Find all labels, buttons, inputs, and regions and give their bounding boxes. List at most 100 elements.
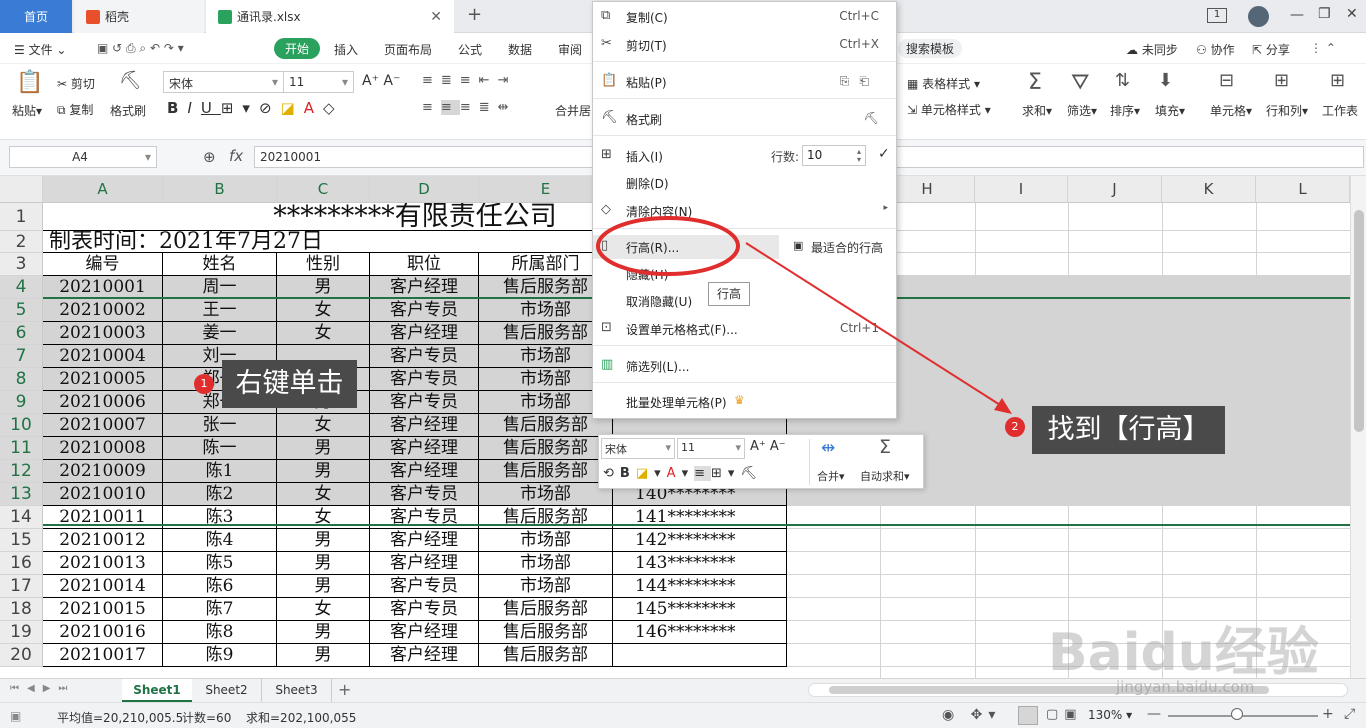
menu-delete[interactable]: 删除(D)	[593, 171, 896, 195]
cell-c3[interactable]: 性别	[277, 253, 370, 276]
template-search[interactable]: 搜索模板	[898, 39, 963, 58]
row-header-17[interactable]: 17	[0, 575, 43, 598]
cell-a8[interactable]: 20210005	[43, 368, 163, 391]
cell-b12[interactable]: 陈1	[163, 460, 277, 483]
cell-c12[interactable]: 男	[277, 460, 370, 483]
cell-c13[interactable]: 女	[277, 483, 370, 506]
cell-e17[interactable]: 市场部	[479, 575, 613, 598]
row-header-2[interactable]: 2	[0, 231, 43, 253]
mini-font-select[interactable]: 宋体 ▾	[601, 438, 675, 459]
cell-f20[interactable]	[613, 644, 787, 667]
cell-a2[interactable]: 制表时间：2021年7月27日	[43, 231, 493, 253]
cell-c19[interactable]: 男	[277, 621, 370, 644]
zoom-slider[interactable]	[1168, 715, 1318, 717]
cut-button[interactable]: ✂ 剪切	[57, 75, 95, 92]
column-header-i[interactable]: I	[975, 176, 1068, 203]
tab-data[interactable]: 数据	[508, 41, 532, 58]
cell-c15[interactable]: 男	[277, 529, 370, 552]
cell-a12[interactable]: 20210009	[43, 460, 163, 483]
align-top-buttons[interactable]: ≡≣≡⇤⇥	[422, 73, 516, 88]
menu-best-fit-row-height[interactable]: ▣ 最适合的行高	[787, 235, 895, 259]
menu-batch[interactable]: 批量处理单元格(P) ♛	[593, 390, 896, 414]
cell-d6[interactable]: 客户经理	[370, 322, 479, 345]
window-count-icon[interactable]: 1	[1207, 8, 1227, 23]
cell-a17[interactable]: 20210014	[43, 575, 163, 598]
name-box[interactable]: A4 ▾	[9, 146, 157, 168]
cell-d15[interactable]: 客户经理	[370, 529, 479, 552]
cell-a13[interactable]: 20210010	[43, 483, 163, 506]
sheet-tab-2[interactable]: Sheet2	[192, 679, 262, 702]
filter-button[interactable]: 筛选▾	[1067, 102, 1097, 119]
cell-a15[interactable]: 20210012	[43, 529, 163, 552]
row-header-4[interactable]: 4	[0, 276, 43, 299]
tab-daoke[interactable]: 稻壳	[74, 0, 204, 33]
row-header-19[interactable]: 19	[0, 621, 43, 644]
cell-f16[interactable]: 143********	[613, 552, 787, 575]
normal-view-icon[interactable]	[1018, 706, 1038, 725]
row-header-16[interactable]: 16	[0, 552, 43, 575]
format-painter-button[interactable]: 格式刷	[110, 102, 146, 119]
share-button[interactable]: ⇱ 分享	[1252, 41, 1290, 58]
row-header-20[interactable]: 20	[0, 644, 43, 667]
cell-b5[interactable]: 王一	[163, 299, 277, 322]
cell-b16[interactable]: 陈5	[163, 552, 277, 575]
cell-c6[interactable]: 女	[277, 322, 370, 345]
sheet-nav-icons[interactable]: ⏮◀▶⏭	[10, 683, 75, 694]
mini-merge-button[interactable]: 合并▾	[817, 468, 845, 484]
cell-d8[interactable]: 客户专员	[370, 368, 479, 391]
cell-a5[interactable]: 20210002	[43, 299, 163, 322]
table-style-button[interactable]: ▦ 表格样式 ▾	[907, 75, 980, 92]
avatar[interactable]	[1248, 6, 1269, 27]
sheet-button[interactable]: 工作表	[1322, 102, 1358, 119]
menu-cut[interactable]: ✂ 剪切(T) Ctrl+X	[593, 33, 896, 57]
row-header-13[interactable]: 13	[0, 483, 43, 506]
menu-format-painter[interactable]: ⛏ 格式刷 ⛏	[593, 107, 896, 131]
cell-a20[interactable]: 20210017	[43, 644, 163, 667]
cell-c17[interactable]: 男	[277, 575, 370, 598]
cell-e13[interactable]: 市场部	[479, 483, 613, 506]
row-header-14[interactable]: 14	[0, 506, 43, 529]
cell-d9[interactable]: 客户专员	[370, 391, 479, 414]
font-style-buttons[interactable]: BIU⊞▾⊘◪A◇	[167, 99, 344, 117]
cell-c16[interactable]: 男	[277, 552, 370, 575]
mini-autosum-button[interactable]: 自动求和▾	[860, 468, 910, 484]
sort-icon[interactable]: ⇅	[1115, 70, 1130, 91]
row-header-9[interactable]: 9	[0, 391, 43, 414]
tab-layout[interactable]: 页面布局	[384, 41, 432, 58]
cell-a7[interactable]: 20210004	[43, 345, 163, 368]
column-header-c[interactable]: C	[277, 176, 370, 203]
cell-f15[interactable]: 142********	[613, 529, 787, 552]
column-header-j[interactable]: J	[1068, 176, 1162, 203]
column-header-b[interactable]: B	[163, 176, 277, 203]
row-header-18[interactable]: 18	[0, 598, 43, 621]
collab-button[interactable]: ⚇ 协作	[1196, 41, 1235, 58]
tab-formula[interactable]: 公式	[458, 41, 482, 58]
cell-c20[interactable]: 男	[277, 644, 370, 667]
cell-e19[interactable]: 售后服务部	[479, 621, 613, 644]
font-select[interactable]: 宋体 ▾	[163, 71, 284, 93]
cell-e15[interactable]: 市场部	[479, 529, 613, 552]
close-window-icon[interactable]: ✕	[1346, 6, 1358, 22]
cell-a19[interactable]: 20210016	[43, 621, 163, 644]
column-header-k[interactable]: K	[1162, 176, 1256, 203]
cell-a10[interactable]: 20210007	[43, 414, 163, 437]
cell-c5[interactable]: 女	[277, 299, 370, 322]
mini-size-select[interactable]: 11 ▾	[677, 438, 745, 459]
menu-insert[interactable]: ⊞ 插入(I) 行数: 10 ▴ ▾ ✓	[593, 144, 896, 168]
cell-e12[interactable]: 售后服务部	[479, 460, 613, 483]
row-header-11[interactable]: 11	[0, 437, 43, 460]
cell-d19[interactable]: 客户经理	[370, 621, 479, 644]
tab-start[interactable]: 开始	[274, 38, 321, 59]
cell-d10[interactable]: 客户经理	[370, 414, 479, 437]
zoom-formula-icon[interactable]: ⊕	[203, 148, 216, 166]
cell-b18[interactable]: 陈7	[163, 598, 277, 621]
cell-button[interactable]: 单元格▾	[1210, 102, 1252, 119]
cell-c11[interactable]: 男	[277, 437, 370, 460]
autosum-icon[interactable]: Σ	[879, 436, 891, 458]
confirm-check-icon[interactable]: ✓	[878, 146, 890, 162]
sort-button[interactable]: 排序▾	[1110, 102, 1140, 119]
cell-a11[interactable]: 20210008	[43, 437, 163, 460]
new-tab-icon[interactable]: +	[467, 4, 482, 25]
tab-review[interactable]: 审阅	[558, 41, 582, 58]
sum-icon[interactable]: Σ	[1028, 70, 1042, 95]
